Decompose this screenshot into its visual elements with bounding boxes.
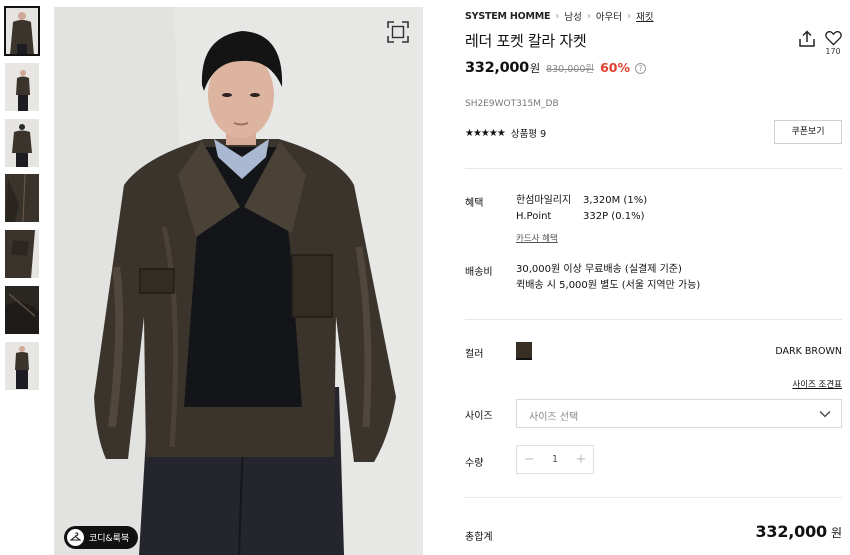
like-count: 170 <box>825 47 841 56</box>
fullscreen-icon[interactable] <box>387 21 409 43</box>
size-select-placeholder: 사이즈 선택 <box>529 412 579 423</box>
thumbnail-5[interactable] <box>5 230 39 279</box>
benefit-label: 혜택 <box>465 198 484 209</box>
like-button[interactable]: 170 <box>823 30 843 56</box>
review-count[interactable]: 상품평 9 <box>511 126 546 140</box>
share-icon[interactable] <box>798 30 816 48</box>
size-select[interactable]: 사이즈 선택 <box>516 399 842 428</box>
benefit-name: H.Point <box>516 211 552 222</box>
product-title: 레더 포켓 칼라 자켓 <box>465 32 587 50</box>
price-unit: 원 <box>529 62 541 75</box>
breadcrumb-brand[interactable]: SYSTEM HOMME <box>465 11 551 22</box>
shipping-line-1: 30,000원 이상 무료배송 (실결제 기준) <box>516 264 682 275</box>
benefit-name: 한섬마일리지 <box>516 195 572 206</box>
shipping-label: 배송비 <box>465 267 493 278</box>
thumbnail-list <box>4 6 40 398</box>
model-photo <box>54 7 423 555</box>
color-swatch-dark-brown[interactable] <box>516 342 532 360</box>
chevron-down-icon <box>819 411 831 418</box>
breadcrumb: SYSTEM HOMME › 남성 › 아우터 › 재킷 <box>465 9 654 24</box>
thumbnail-1[interactable] <box>4 6 40 56</box>
divider <box>465 497 842 498</box>
thumbnail-7[interactable] <box>5 341 39 390</box>
total-price: 332,000 원 <box>755 522 842 541</box>
lookbook-button[interactable]: 코디&룩북 <box>64 526 139 549</box>
divider <box>465 319 842 320</box>
total-unit: 원 <box>830 526 842 540</box>
thumbnail-4[interactable] <box>5 174 39 223</box>
minus-icon[interactable]: − <box>517 452 541 467</box>
breadcrumb-item-outer[interactable]: 아우터 <box>596 9 622 23</box>
star-rating-icon: ★★★★★ <box>465 127 506 139</box>
original-price: 830,000원 <box>546 64 595 75</box>
quantity-label: 수량 <box>465 458 484 469</box>
chevron-right-icon: › <box>586 10 591 22</box>
total-label: 총합계 <box>465 532 493 543</box>
quantity-value[interactable]: 1 <box>552 454 558 465</box>
chevron-right-icon: › <box>627 10 632 22</box>
product-main-image[interactable]: 코디&룩북 <box>54 7 423 555</box>
help-icon[interactable]: ? <box>635 62 647 74</box>
heart-icon <box>824 31 842 46</box>
benefit-value: 3,320M (1%) <box>583 195 648 206</box>
benefit-value: 332P (0.1%) <box>583 211 645 222</box>
product-info-panel: SYSTEM HOMME › 남성 › 아우터 › 재킷 레더 포켓 칼라 자켓… <box>465 0 842 555</box>
coupon-button[interactable]: 쿠폰보기 <box>774 120 842 144</box>
lookbook-label: 코디&룩북 <box>89 534 130 544</box>
benefit-row-hpoint: H.Point 332P (0.1%) <box>516 209 645 225</box>
thumbnail-6[interactable] <box>5 285 39 334</box>
shipping-line-2: 퀵배송 시 5,000원 별도 (서울 지역만 가능) <box>516 280 701 291</box>
sale-price: 332,000 <box>465 60 529 76</box>
size-guide-link[interactable]: 사이즈 조견표 <box>792 378 842 390</box>
color-label: 컬러 <box>465 349 484 360</box>
quantity-stepper: − 1 + <box>516 445 594 474</box>
plus-icon[interactable]: + <box>569 452 593 467</box>
thumbnail-3[interactable] <box>5 118 39 167</box>
total-amount: 332,000 <box>755 522 827 541</box>
chevron-right-icon: › <box>555 10 560 22</box>
selected-color-name: DARK BROWN <box>775 346 842 357</box>
hanger-icon <box>67 529 84 546</box>
divider <box>465 168 842 169</box>
product-code: SH2E9WOT315M_DB <box>465 99 559 109</box>
benefit-row-mileage: 한섬마일리지 3,320M (1%) <box>516 193 647 209</box>
size-label: 사이즈 <box>465 411 493 422</box>
breadcrumb-item-men[interactable]: 남성 <box>564 9 581 23</box>
card-benefit-link[interactable]: 카드사 혜택 <box>516 232 558 244</box>
discount-rate: 60% <box>600 60 631 75</box>
price-row: 332,000 원 830,000원 60% ? <box>465 60 647 76</box>
thumbnail-2[interactable] <box>5 62 39 111</box>
breadcrumb-item-jacket[interactable]: 재킷 <box>636 9 653 23</box>
rating-row[interactable]: ★★★★★ 상품평 9 <box>465 126 546 141</box>
